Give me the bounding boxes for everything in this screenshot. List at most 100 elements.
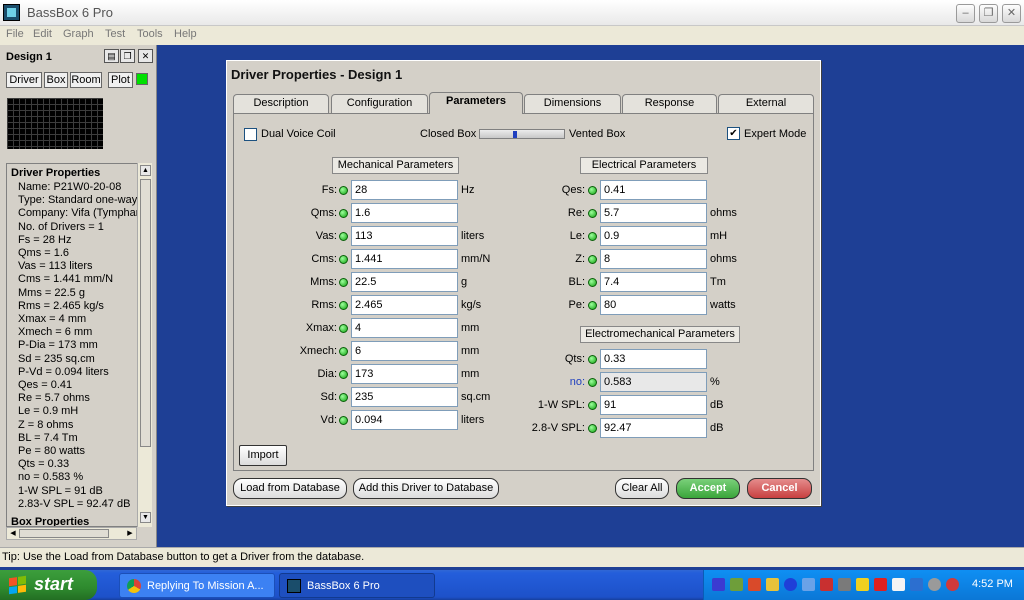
tray-pointer-icon[interactable] (892, 578, 905, 591)
tray-shield-icon[interactable] (766, 578, 779, 591)
param-status-icon (339, 393, 348, 402)
tab-parameters[interactable]: Parameters (429, 92, 523, 114)
param-input[interactable] (600, 272, 707, 292)
param-label: Rms: (311, 299, 337, 311)
dual-voice-coil-checkbox[interactable] (244, 128, 257, 141)
task-browser[interactable]: Replying To Mission A... (119, 573, 275, 598)
copy-design-icon[interactable]: ❐ (120, 49, 135, 63)
param-input[interactable] (351, 203, 458, 223)
tab-dimensions[interactable]: Dimensions (524, 94, 621, 113)
tray-network-icon[interactable] (730, 578, 743, 591)
param-unit: watts (710, 299, 736, 311)
driver-property-line: Rms = 2.465 kg/s (18, 299, 104, 312)
param-input[interactable] (600, 418, 707, 438)
param-input[interactable] (600, 395, 707, 415)
scroll-down-icon[interactable]: ▼ (140, 512, 151, 523)
accept-button[interactable]: Accept (676, 478, 740, 499)
panel-tab-plot[interactable]: Plot (108, 72, 133, 88)
tray-media-icon[interactable] (748, 578, 761, 591)
menu-tools[interactable]: Tools (137, 28, 163, 40)
box-type-slider[interactable] (479, 129, 565, 139)
param-unit: dB (710, 422, 724, 434)
param-label: Vas: (315, 230, 337, 242)
param-input[interactable] (351, 272, 458, 292)
param-input[interactable] (351, 341, 458, 361)
param-label: Dia: (317, 368, 337, 380)
start-button[interactable]: start (0, 570, 97, 600)
tray-sync-icon[interactable] (928, 578, 941, 591)
param-input[interactable] (600, 203, 707, 223)
tab-external[interactable]: External (718, 94, 814, 113)
tab-response[interactable]: Response (622, 94, 717, 113)
scroll-thumb[interactable] (140, 179, 151, 447)
driver-property-line: Name: P21W0-20-08 (18, 181, 122, 193)
tray-app-icon[interactable] (712, 578, 725, 591)
driver-property-line: Xmax = 4 mm (18, 313, 87, 325)
tab-configuration[interactable]: Configuration (331, 94, 428, 113)
panel-tab-room[interactable]: Room (70, 72, 102, 88)
param-input[interactable] (600, 180, 707, 200)
menu-help[interactable]: Help (174, 28, 197, 40)
param-input[interactable] (351, 249, 458, 269)
cancel-button[interactable]: Cancel (747, 478, 812, 499)
menu-edit[interactable]: Edit (33, 28, 52, 40)
menu-test[interactable]: Test (105, 28, 125, 40)
import-button[interactable]: Import (239, 445, 287, 466)
driver-property-line: Xmech = 6 mm (18, 326, 93, 339)
param-input[interactable] (600, 349, 707, 369)
tab-description[interactable]: Description (233, 94, 329, 113)
param-input[interactable] (351, 295, 458, 315)
vertical-scrollbar[interactable]: ▲ ▼ (137, 163, 152, 527)
expert-mode-checkbox[interactable]: ✔ (727, 127, 740, 140)
hscroll-thumb[interactable] (19, 529, 109, 538)
horizontal-scrollbar[interactable]: ◀ ▶ (6, 527, 137, 540)
panel-tab-box[interactable]: Box (44, 72, 68, 88)
param-label: Z: (575, 253, 585, 265)
tray-network-error-icon[interactable] (820, 578, 833, 591)
scroll-left-icon[interactable]: ◀ (8, 529, 18, 538)
tray-bluetooth-icon[interactable] (784, 578, 797, 591)
param-label: Qes: (561, 184, 585, 196)
box-type-slider-thumb[interactable] (513, 131, 517, 138)
driver-property-line: Mms = 22.5 g (18, 286, 85, 299)
minimize-button[interactable]: – (956, 4, 975, 23)
tray-volume-icon[interactable] (802, 578, 815, 591)
task-bassbox[interactable]: BassBox 6 Pro (279, 573, 435, 598)
param-label: 1-W SPL: (537, 399, 585, 411)
param-status-icon (588, 209, 597, 218)
scroll-right-icon[interactable]: ▶ (125, 529, 135, 538)
param-input[interactable] (600, 372, 707, 392)
param-input[interactable] (600, 249, 707, 269)
param-input[interactable] (351, 410, 458, 430)
tray-text-icon[interactable] (910, 578, 923, 591)
load-from-database-button[interactable]: Load from Database (233, 478, 347, 499)
menu-file[interactable]: File (6, 28, 24, 40)
param-input[interactable] (351, 180, 458, 200)
close-design-icon[interactable]: ✕ (138, 49, 153, 63)
close-button[interactable]: ✕ (1002, 4, 1021, 23)
tray-security-icon[interactable] (946, 578, 959, 591)
mini-graph[interactable] (7, 98, 103, 149)
param-unit: mH (710, 230, 728, 242)
task-browser-label: Replying To Mission A... (147, 580, 264, 592)
param-input[interactable] (351, 226, 458, 246)
save-design-icon[interactable]: ▤ (104, 49, 119, 63)
param-status-icon (339, 370, 348, 379)
param-input[interactable] (351, 387, 458, 407)
clear-all-button[interactable]: Clear All (615, 478, 669, 499)
driver-property-line: Pe = 80 watts (18, 445, 85, 457)
add-driver-to-database-button[interactable]: Add this Driver to Database (353, 478, 499, 499)
param-input[interactable] (600, 295, 707, 315)
param-label: 2.8-V SPL: (531, 422, 585, 434)
panel-tab-driver[interactable]: Driver (6, 72, 42, 88)
param-input[interactable] (351, 364, 458, 384)
restore-button[interactable]: ❐ (979, 4, 998, 23)
tray-messenger-icon[interactable] (856, 578, 869, 591)
menu-graph[interactable]: Graph (63, 28, 94, 40)
param-input[interactable] (351, 318, 458, 338)
driver-property-line: Z = 8 ohms (18, 418, 74, 431)
param-input[interactable] (600, 226, 707, 246)
tray-arrow-icon[interactable] (874, 578, 887, 591)
tray-printer-icon[interactable] (838, 578, 851, 591)
scroll-up-icon[interactable]: ▲ (140, 165, 151, 176)
